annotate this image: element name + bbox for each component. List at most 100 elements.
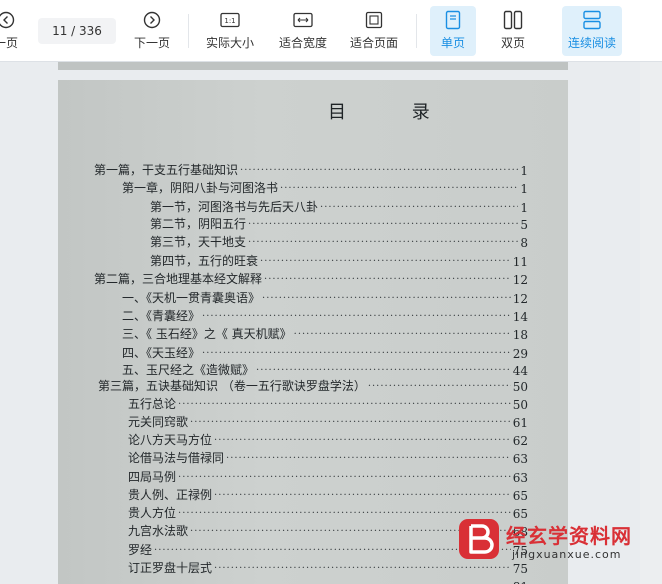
- toc-entry-page-number: 1: [520, 164, 528, 178]
- fit-width-button[interactable]: 适合宽度: [276, 6, 330, 56]
- toc-entry-page-number: 12: [512, 292, 528, 306]
- toc-leader-dots: [240, 164, 518, 178]
- toc-entry[interactable]: 三、《 玉石经》之《 真天机赋》 18: [122, 324, 528, 342]
- toc-leader-dots: [260, 255, 511, 269]
- toc-entry-title: 第三篇，五诀基础知识 （卷一五行歌诀罗盘学法）: [98, 379, 366, 393]
- continuous-reading-label: 连续阅读: [567, 36, 616, 50]
- toc-entry-title: 四局马例: [128, 470, 177, 484]
- toc-leader-dots: [320, 201, 518, 215]
- toc-entry[interactable]: 第二节，阴阳五行 5: [150, 214, 528, 232]
- actual-size-icon-text: 1:1: [224, 17, 235, 25]
- toc-entry-title: 第一节，河图洛书与先后天八卦: [150, 200, 319, 214]
- toc-entry[interactable]: 四、《天玉经》 29: [122, 343, 528, 361]
- actual-size-label: 实际大小: [205, 36, 254, 50]
- next-page-button[interactable]: 下一页: [128, 6, 176, 56]
- toc-entry-title: 订正罗盘十层式: [128, 561, 213, 575]
- toc-entry-title: …: [128, 580, 140, 584]
- toc-leader-dots: [226, 452, 511, 466]
- double-page-icon: [502, 9, 524, 31]
- double-page-button[interactable]: 双页: [492, 6, 534, 56]
- toc-leader-dots: [248, 218, 518, 232]
- watermark-logo-icon: [459, 519, 499, 559]
- toc-entry-title: 三、《 玉石经》之《 真天机赋》: [122, 327, 292, 341]
- toc-entry-title: 第二节，阴阳五行: [150, 217, 247, 231]
- toc-entry[interactable]: 元关同窍歌 61: [128, 412, 528, 430]
- single-page-label: 单页: [440, 36, 465, 50]
- toc-entry[interactable]: 第四节，五行的旺衰 11: [150, 251, 528, 269]
- page-title: 目 录: [328, 102, 460, 123]
- arrow-left-circle-icon: [0, 9, 17, 31]
- toc-leader-dots: [202, 310, 511, 324]
- toc-entry-page-number: 11: [512, 255, 528, 269]
- watermark-name: 经玄学资料网: [506, 524, 632, 548]
- toc-entry-page-number: 12: [512, 273, 528, 287]
- document-page: 目 录 第一篇，干支五行基础知识1第一章，阴阳八卦与河图洛书1第一节，河图洛书与…: [58, 80, 568, 584]
- toc-entry-title: 第二篇，三合地理基本经文解释: [94, 272, 263, 286]
- toc-entry-title: 二、《青囊经》: [122, 309, 201, 323]
- actual-size-button[interactable]: 1:1 实际大小: [202, 6, 258, 56]
- toc-entry-title: 五行总论: [128, 397, 177, 411]
- fit-page-label: 适合页面: [349, 36, 398, 50]
- toc-entry[interactable]: 论八方天马方位 62: [128, 430, 528, 448]
- continuous-reading-icon: [581, 9, 603, 31]
- toc-entry-page-number: 8: [520, 236, 528, 250]
- toc-entry-title: 元关同窍歌: [128, 415, 189, 429]
- toc-leader-dots: [248, 236, 518, 250]
- toolbar-divider: [188, 14, 189, 48]
- toc-entry-title: 贵人例、正禄例: [128, 488, 213, 502]
- prev-page-label: 一页: [0, 36, 18, 50]
- toc-leader-dots: [294, 328, 511, 342]
- fit-width-icon: [292, 9, 314, 31]
- toc-entry-page-number: 50: [512, 398, 528, 412]
- toc-entry[interactable]: 第一节，河图洛书与先后天八卦 1: [150, 197, 528, 215]
- toc-entry[interactable]: 第一篇，干支五行基础知识 1: [94, 160, 528, 178]
- toc-entry-page-number: 61: [512, 416, 528, 430]
- toolbar-divider: [416, 14, 417, 48]
- toc-entry-page-number: 63: [512, 452, 528, 466]
- continuous-reading-button[interactable]: 连续阅读: [562, 6, 622, 56]
- toc-entry-title: 论八方天马方位: [128, 433, 213, 447]
- toc-entry-title: 第一章，阴阳八卦与河图洛书: [122, 181, 279, 195]
- toc-entry[interactable]: 四局马例 63: [128, 467, 528, 485]
- fit-page-button[interactable]: 适合页面: [347, 6, 401, 56]
- toc-entry-title: 第一篇，干支五行基础知识: [94, 163, 239, 177]
- toc-entry[interactable]: 一、《天机一贯青囊奥语》 12: [122, 288, 528, 306]
- toc-leader-dots: [142, 580, 511, 584]
- toc-entry-page-number: 18: [512, 328, 528, 342]
- pdf-viewer: 一页 11 / 336 下一页 1:1 实际大小 适合宽度: [0, 0, 662, 584]
- toc-entry[interactable]: … 81: [128, 576, 528, 584]
- toc-entry-title: 第四节，五行的旺衰: [150, 254, 259, 268]
- double-page-label: 双页: [500, 36, 525, 50]
- toc-entry-page-number: 1: [520, 201, 528, 215]
- toc-entry-page-number: 29: [512, 347, 528, 361]
- toc-entry[interactable]: 第二篇，三合地理基本经文解释 12: [94, 269, 528, 287]
- toc-entry-title: 贵人方位: [128, 506, 177, 520]
- watermark-url: jingxuanxue.com: [512, 548, 622, 561]
- toc-entry-title: 九宫水法歌: [128, 524, 189, 538]
- toc-leader-dots: [214, 489, 511, 503]
- right-margin: [640, 62, 662, 584]
- toc-leader-dots: [280, 182, 518, 196]
- toc-entry-title: 论借马法与借禄同: [128, 451, 225, 465]
- toc-leader-dots: [262, 292, 511, 306]
- toc-leader-dots: [368, 380, 511, 394]
- toc-entry-title: 罗经: [128, 543, 153, 557]
- toc-entry[interactable]: 贵人例、正禄例 65: [128, 485, 528, 503]
- toc-entry[interactable]: 五行总论 50: [128, 394, 528, 412]
- single-page-icon: [442, 9, 464, 31]
- toc-entry-page-number: 62: [512, 434, 528, 448]
- toc-entry[interactable]: 论借马法与借禄同 63: [128, 448, 528, 466]
- toolbar: 一页 11 / 336 下一页 1:1 实际大小 适合宽度: [0, 0, 662, 62]
- toc-entry[interactable]: 第三篇，五诀基础知识 （卷一五行歌诀罗盘学法） 50: [98, 376, 528, 394]
- single-page-button[interactable]: 单页: [430, 6, 476, 56]
- toc-leader-dots: [190, 416, 511, 430]
- toc-leader-dots: [178, 471, 511, 485]
- watermark: 经玄学资料网 jingxuanxue.com: [456, 514, 652, 570]
- toc-leader-dots: [214, 434, 511, 448]
- prev-page-button[interactable]: 一页: [0, 6, 22, 56]
- toc-entry[interactable]: 第三节，天干地支 8: [150, 232, 528, 250]
- toc-entry[interactable]: 第一章，阴阳八卦与河图洛书 1: [122, 178, 528, 196]
- fit-width-label: 适合宽度: [278, 36, 327, 50]
- toc-entry[interactable]: 二、《青囊经》 14: [122, 306, 528, 324]
- page-indicator-input[interactable]: 11 / 336: [38, 18, 116, 44]
